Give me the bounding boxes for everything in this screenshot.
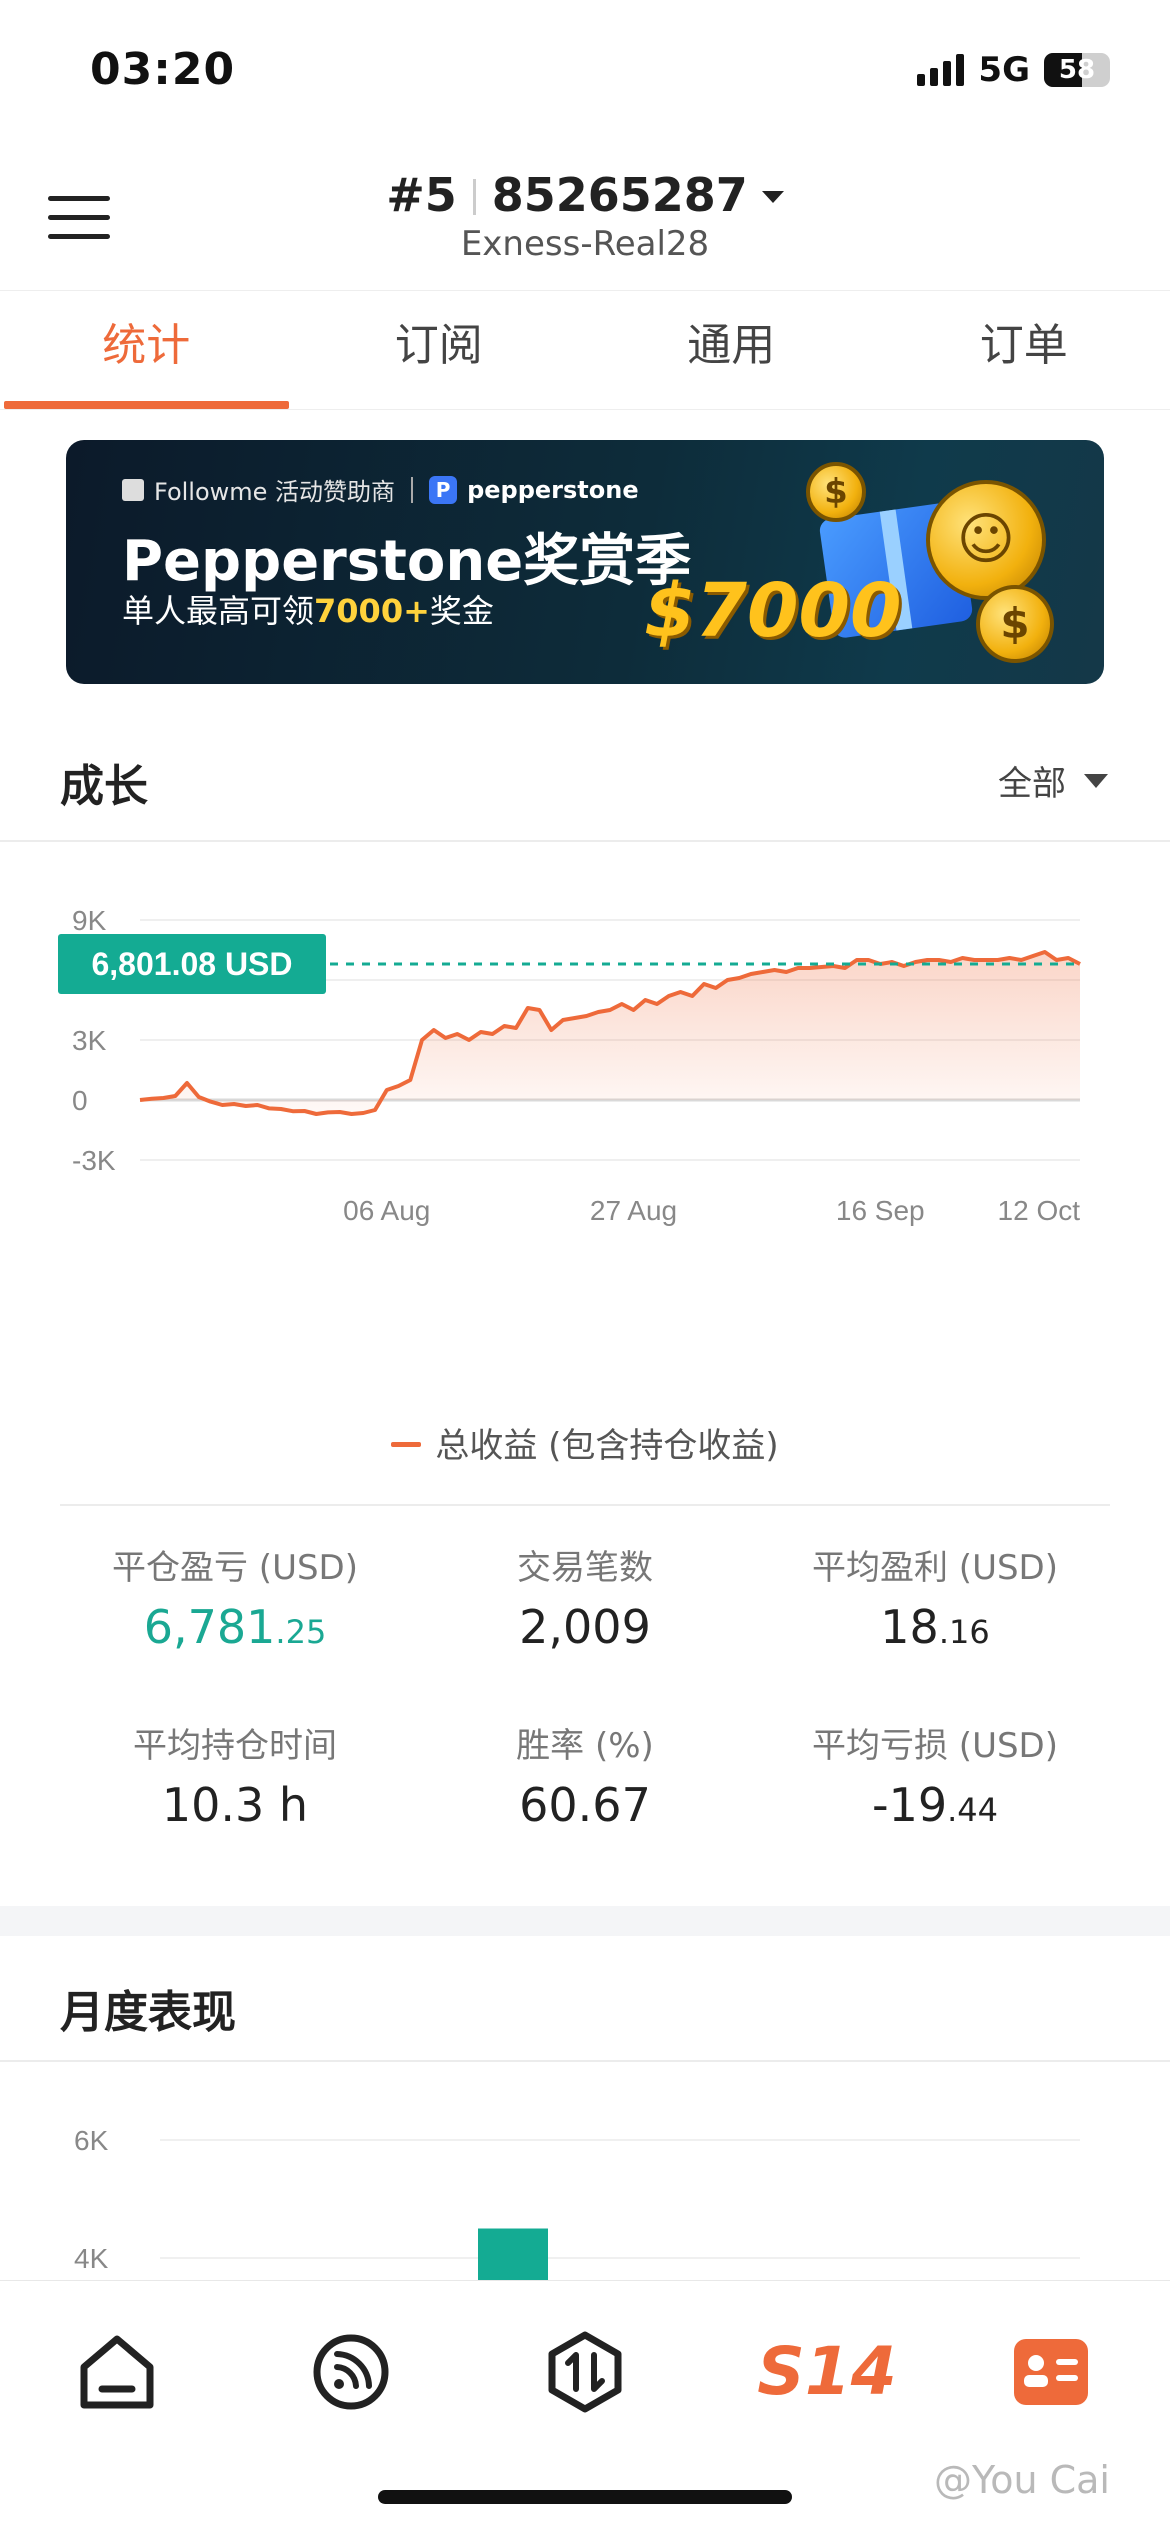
stat-label: 交易笔数	[517, 1548, 653, 1588]
monthly-grid: 6K 4K	[74, 2125, 1080, 2274]
stats-grid: 平仓盈亏 (USD) 6,781.25 交易笔数 2,009 平均盈利 (USD…	[60, 1540, 1110, 1832]
banner-title: Pepperstone奖赏季	[122, 529, 692, 594]
y-tick-label: -3K	[72, 1145, 116, 1176]
x-tick-label: 12 Oct	[998, 1195, 1081, 1226]
x-tick-label: 06 Aug	[343, 1195, 430, 1226]
s14-logo[interactable]: S14	[752, 2327, 902, 2417]
stat-value: 18.16	[760, 1600, 1110, 1654]
server-name: Exness-Real28	[460, 224, 710, 264]
banner-subtitle-highlight: 7000+	[314, 592, 430, 630]
banner-subtitle: 单人最高可领7000+奖金	[122, 586, 494, 632]
stat-value: 2,009	[410, 1600, 760, 1654]
status-time: 03:20	[90, 44, 236, 95]
section-gap	[0, 1906, 1170, 1936]
monthly-title: 月度表现	[60, 1987, 236, 2038]
stat-value-int: 6,781	[143, 1600, 276, 1654]
profile-card-icon[interactable]	[1006, 2327, 1096, 2417]
account-selector[interactable]: #5 85265287	[0, 168, 1170, 222]
stat-label: 平均盈利 (USD)	[812, 1548, 1058, 1588]
chevron-down-icon	[761, 191, 784, 203]
banner-amount: $7000	[644, 568, 902, 654]
divider	[0, 2060, 1170, 2062]
stat-avg-holding-time: 平均持仓时间 10.3 h	[60, 1718, 410, 1832]
stat-value-int: -19	[871, 1778, 948, 1832]
tab-bar: 统计 订阅 通用 订单	[0, 290, 1170, 410]
account-divider	[472, 179, 476, 215]
stat-value-int: 10.3 h	[161, 1778, 309, 1832]
stat-label: 平均持仓时间	[133, 1726, 337, 1766]
coin-icon: ☺	[926, 480, 1046, 600]
legend-swatch	[391, 1442, 422, 1447]
battery-icon: 58	[1044, 53, 1110, 87]
y-tick-label: 9K	[72, 905, 107, 936]
x-tick-label: 27 Aug	[590, 1195, 677, 1226]
signal-icon	[917, 54, 965, 86]
current-value-label: 6,801.08 USD	[91, 946, 292, 982]
current-value-tag: 6,801.08 USD	[58, 933, 326, 994]
stat-value-int: 18	[880, 1600, 939, 1654]
stat-label: 平仓盈亏 (USD)	[112, 1548, 358, 1588]
y-tick-label: 4K	[74, 2243, 109, 2274]
stat-value-frac: .16	[938, 1613, 990, 1651]
status-bar: 03:20 5G 58	[0, 0, 1170, 140]
stat-label: 胜率 (%)	[516, 1726, 654, 1766]
tab-general[interactable]: 通用	[585, 291, 878, 409]
stat-value: 6,781.25	[60, 1600, 410, 1654]
stat-avg-loss: 平均亏损 (USD) -19.44	[760, 1718, 1110, 1832]
coin-icon: $	[806, 462, 866, 522]
x-tick-label: 16 Sep	[836, 1195, 925, 1226]
divider	[60, 1504, 1110, 1506]
home-icon[interactable]	[72, 2327, 162, 2417]
monthly-chart[interactable]: 6K 4K	[0, 2090, 1170, 2280]
stat-value-int: 2,009	[519, 1600, 651, 1654]
watermark: @You Cai	[934, 2458, 1110, 2502]
stat-label: 平均亏损 (USD)	[812, 1726, 1058, 1766]
y-tick-label: 3K	[72, 1025, 107, 1056]
banner-sponsor-row: Followme 活动赞助商 P pepperstone	[122, 472, 639, 507]
account-number: 85265287	[491, 168, 748, 222]
x-axis-ticks: 06 Aug 27 Aug 16 Sep 12 Oct	[343, 1195, 1080, 1226]
growth-chart[interactable]: 9K6K3K0-3K 06 Aug27 Aug16 Sep12 Oct 6,80…	[0, 860, 1170, 1420]
stat-value: 60.67	[410, 1778, 760, 1832]
y-tick-label: 0	[72, 1085, 88, 1116]
battery-level: 58	[1058, 55, 1096, 85]
banner-subtitle-suffix: 奖金	[429, 592, 494, 630]
growth-title: 成长	[60, 761, 148, 812]
legend-label: 总收益 (包含持仓收益)	[435, 1426, 779, 1466]
home-indicator	[378, 2490, 792, 2504]
promo-banner[interactable]: Followme 活动赞助商 P pepperstone Pepperstone…	[66, 440, 1104, 684]
divider	[0, 840, 1170, 842]
stat-value: -19.44	[760, 1778, 1110, 1832]
account-index: #5	[386, 168, 457, 222]
y-tick-label: 6K	[74, 2125, 109, 2156]
banner-partner: pepperstone	[467, 475, 639, 504]
tab-subscription[interactable]: 订阅	[293, 291, 586, 409]
tab-statistics[interactable]: 统计	[0, 291, 293, 409]
tab-orders[interactable]: 订单	[878, 291, 1170, 409]
stat-avg-profit: 平均盈利 (USD) 18.16	[760, 1540, 1110, 1654]
chart-legend[interactable]: 总收益 (包含持仓收益)	[0, 1418, 1170, 1467]
feed-icon[interactable]	[306, 2327, 396, 2417]
stat-win-rate: 胜率 (%) 60.67	[410, 1718, 760, 1832]
monthly-bar[interactable]	[478, 2228, 548, 2281]
stat-closed-pnl: 平仓盈亏 (USD) 6,781.25	[60, 1540, 410, 1654]
app-header: #5 85265287 Exness-Real28	[0, 140, 1170, 290]
stat-trade-count: 交易笔数 2,009	[410, 1540, 760, 1654]
growth-filter-label: 全部	[998, 764, 1066, 804]
followme-logo-icon	[122, 478, 144, 501]
stat-value-frac: .25	[275, 1613, 327, 1651]
network-label: 5G	[978, 50, 1030, 90]
banner-sponsor-text: Followme 活动赞助商	[154, 478, 396, 506]
growth-filter-dropdown[interactable]: 全部	[998, 756, 1108, 805]
banner-subtitle-prefix: 单人最高可领	[122, 592, 315, 630]
pepperstone-logo-icon: P	[429, 475, 458, 504]
coin-icon: $	[976, 585, 1054, 663]
banner-divider	[411, 476, 414, 503]
status-indicators: 5G 58	[917, 50, 1110, 90]
stat-value-frac: .44	[947, 1791, 999, 1829]
trade-icon[interactable]	[540, 2327, 630, 2417]
stat-value: 10.3 h	[60, 1778, 410, 1832]
chevron-down-icon	[1084, 773, 1108, 788]
stat-value-int: 60.67	[519, 1778, 651, 1832]
